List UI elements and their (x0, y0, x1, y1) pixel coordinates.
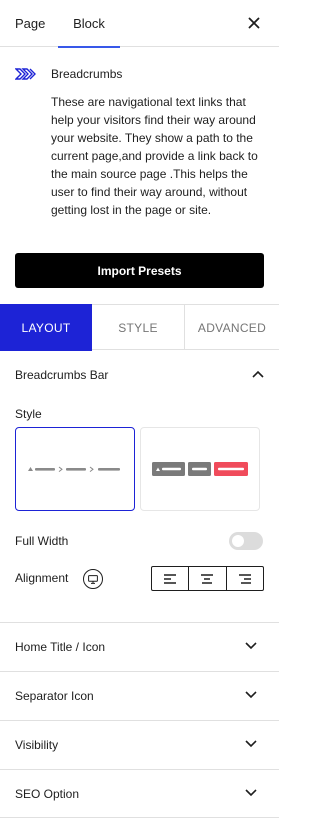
tab-advanced[interactable]: ADVANCED (185, 305, 279, 350)
style-preview-pills (152, 462, 248, 476)
block-title: Breadcrumbs (51, 67, 123, 81)
align-right-button[interactable] (225, 567, 263, 590)
chevron-down-icon (245, 691, 257, 699)
section-title: Home Title / Icon (15, 640, 106, 654)
inspector-tabs: LAYOUT STYLE ADVANCED (0, 304, 279, 351)
desktop-icon (88, 574, 98, 584)
section-home-title-icon[interactable]: Home Title / Icon (0, 623, 279, 671)
chevron-down-icon (245, 642, 257, 650)
chevron-up-icon (252, 370, 264, 378)
alignment-control (151, 566, 264, 591)
align-left-button[interactable] (152, 567, 188, 590)
tab-block[interactable]: Block (58, 0, 120, 48)
section-title: Breadcrumbs Bar (15, 368, 109, 382)
section-separator-icon[interactable]: Separator Icon (0, 672, 279, 720)
align-center-button[interactable] (188, 567, 225, 590)
breadcrumbs-icon (15, 68, 36, 80)
section-title: Visibility (15, 738, 59, 752)
chevron-down-icon (245, 789, 257, 797)
align-center-icon (201, 573, 214, 584)
tab-page[interactable]: Page (15, 0, 45, 47)
section-visibility[interactable]: Visibility (0, 721, 279, 769)
breadcrumbs-bar-header[interactable]: Breadcrumbs Bar (15, 368, 264, 388)
responsive-device-button[interactable] (83, 569, 103, 589)
block-description: These are navigational text links that h… (51, 95, 258, 217)
toggle-knob (232, 535, 244, 547)
align-right-icon (238, 573, 251, 584)
import-presets-button[interactable]: Import Presets (15, 253, 264, 288)
tab-style[interactable]: STYLE (92, 305, 185, 350)
chevron-down-icon (245, 740, 257, 748)
align-left-icon (164, 573, 177, 584)
close-icon (248, 17, 260, 29)
style-preview-plain (28, 466, 120, 472)
section-title: SEO Option (15, 787, 80, 801)
alignment-label: Alignment (15, 571, 69, 585)
sidebar-tabs: Page Block (0, 0, 279, 48)
full-width-toggle[interactable] (229, 532, 263, 550)
section-seo-option[interactable]: SEO Option (0, 770, 279, 818)
tab-layout[interactable]: LAYOUT (0, 304, 92, 351)
style-label: Style (15, 407, 42, 421)
style-option-2[interactable] (140, 427, 260, 511)
full-width-label: Full Width (15, 534, 69, 548)
style-option-1[interactable] (15, 427, 135, 511)
section-title: Separator Icon (15, 689, 94, 703)
close-button[interactable] (241, 10, 267, 36)
